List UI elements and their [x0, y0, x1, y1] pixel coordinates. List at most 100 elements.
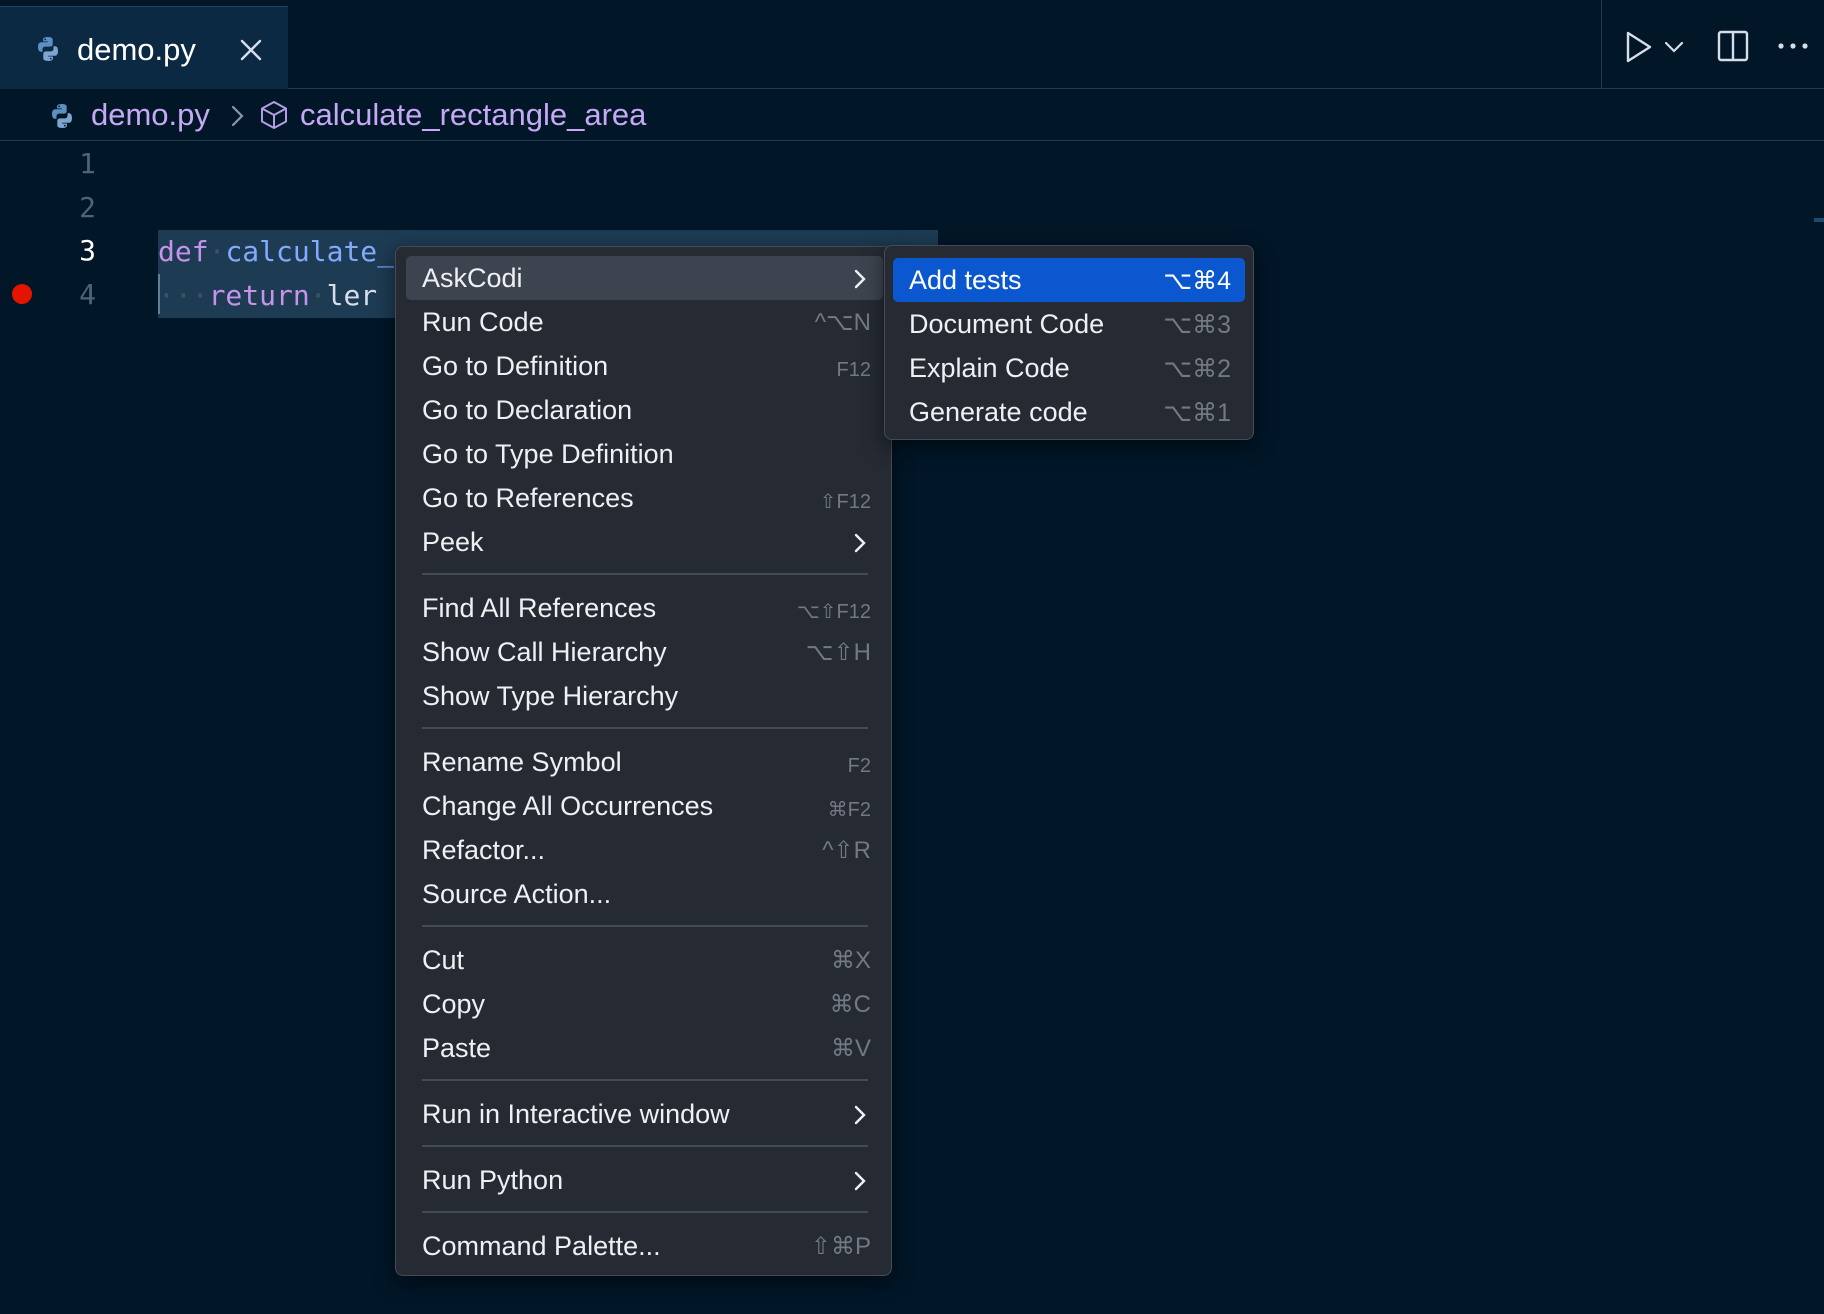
- run-icon[interactable]: [1624, 30, 1654, 64]
- symbol-method-icon: [261, 101, 287, 129]
- menu-item-copy[interactable]: Copy ⌘C: [406, 982, 883, 1026]
- menu-item-label: Peek: [422, 527, 484, 557]
- editor-title-actions: [1601, 0, 1824, 89]
- submenu-item-explain-code[interactable]: Explain Code ⌥⌘2: [893, 346, 1245, 390]
- whitespace-dots: ···: [158, 279, 209, 312]
- menu-separator: [422, 727, 868, 729]
- tab-label: demo.py: [77, 32, 196, 67]
- shortcut-label: ⌥⇧F12: [796, 601, 871, 623]
- menu-item-paste[interactable]: Paste ⌘V: [406, 1026, 883, 1070]
- split-editor-icon[interactable]: [1716, 29, 1750, 63]
- menu-item-label: Refactor...: [422, 835, 546, 865]
- menu-item-label: Command Palette...: [422, 1231, 661, 1261]
- menu-item-label: Rename Symbol: [422, 747, 622, 777]
- menu-item-label: Paste: [422, 1033, 492, 1063]
- shortcut-label: ⌥⌘1: [1163, 399, 1231, 427]
- menu-item-label: Source Action...: [422, 879, 612, 909]
- menu-item-find-all-references[interactable]: Find All References ⌥⇧F12: [406, 586, 883, 630]
- vertical-scrollbar[interactable]: [1812, 142, 1824, 1314]
- menu-item-label: AskCodi: [422, 263, 523, 293]
- menu-item-show-call-hierarchy[interactable]: Show Call Hierarchy ⌥⇧H: [406, 630, 883, 674]
- chevron-right-icon: [231, 105, 244, 127]
- shortcut-label: ⌥⌘2: [1163, 355, 1231, 383]
- menu-item-peek[interactable]: Peek: [406, 520, 883, 564]
- chevron-right-icon: [854, 269, 866, 289]
- menu-item-label: Go to Definition: [422, 351, 609, 381]
- shortcut-label: ⇧F12: [819, 491, 871, 513]
- close-icon[interactable]: [238, 37, 264, 63]
- shortcut-label: ⌥⌘4: [1163, 267, 1231, 295]
- more-actions-icon[interactable]: [1776, 40, 1810, 52]
- shortcut-label: ^⌥N: [814, 309, 871, 336]
- menu-item-go-to-references[interactable]: Go to References ⇧F12: [406, 476, 883, 520]
- chevron-right-icon: [854, 533, 866, 553]
- line-number: 1: [79, 147, 96, 180]
- editor-tab-bar: demo.py: [0, 0, 1824, 89]
- shortcut-label: F12: [836, 359, 871, 381]
- submenu-item-generate-code[interactable]: Generate code ⌥⌘1: [893, 390, 1245, 434]
- tab-demo-py[interactable]: demo.py: [0, 6, 288, 89]
- menu-item-run-in-interactive-window[interactable]: Run in Interactive window: [406, 1092, 883, 1136]
- menu-item-source-action[interactable]: Source Action...: [406, 872, 883, 916]
- shortcut-label: F2: [847, 755, 871, 777]
- menu-separator: [422, 573, 868, 575]
- keyword-return: return: [208, 279, 310, 312]
- shortcut-label: ⇧⌘P: [810, 1233, 871, 1260]
- menu-item-cut[interactable]: Cut ⌘X: [406, 938, 883, 982]
- menu-item-go-to-type-definition[interactable]: Go to Type Definition: [406, 432, 883, 476]
- menu-item-label: Go to References: [422, 483, 634, 513]
- shortcut-label: ⌘V: [830, 1035, 871, 1062]
- menu-item-label: Go to Type Definition: [422, 439, 674, 469]
- submenu-item-add-tests[interactable]: Add tests ⌥⌘4: [893, 258, 1245, 302]
- askcodi-submenu: Add tests ⌥⌘4 Document Code ⌥⌘3 Explain …: [884, 245, 1254, 440]
- line-number-active: 3: [79, 234, 96, 267]
- menu-item-show-type-hierarchy[interactable]: Show Type Hierarchy: [406, 674, 883, 718]
- menu-item-askcodi[interactable]: AskCodi: [406, 256, 883, 300]
- chevron-right-icon: [854, 1105, 866, 1125]
- menu-separator: [422, 1079, 868, 1081]
- menu-item-go-to-declaration[interactable]: Go to Declaration: [406, 388, 883, 432]
- submenu-item-document-code[interactable]: Document Code ⌥⌘3: [893, 302, 1245, 346]
- shortcut-label: ^⇧R: [822, 837, 871, 864]
- breadcrumb-symbol[interactable]: calculate_rectangle_area: [300, 98, 646, 132]
- python-file-icon: [38, 37, 58, 61]
- menu-separator: [422, 925, 868, 927]
- menu-item-label: Run in Interactive window: [422, 1099, 730, 1129]
- breadcrumb-file[interactable]: demo.py: [91, 98, 210, 132]
- menu-item-label: Run Code: [422, 307, 544, 337]
- menu-item-label: Change All Occurrences: [422, 791, 714, 821]
- menu-separator: [422, 1145, 868, 1147]
- shortcut-label: ⌘X: [830, 947, 871, 974]
- keyword-def: def: [158, 235, 209, 268]
- menu-item-go-to-definition[interactable]: Go to Definition F12: [406, 344, 883, 388]
- menu-item-label: Cut: [422, 945, 465, 975]
- scrollbar-cursor-marker: [1814, 218, 1824, 222]
- menu-item-change-all-occurrences[interactable]: Change All Occurrences ⌘F2: [406, 784, 883, 828]
- menu-item-label: Explain Code: [909, 353, 1070, 383]
- menu-item-run-python[interactable]: Run Python: [406, 1158, 883, 1202]
- line-number: 2: [79, 191, 96, 224]
- breakpoint-marker[interactable]: [12, 284, 32, 304]
- identifier: ler: [326, 279, 378, 312]
- menu-separator: [422, 1211, 868, 1213]
- shortcut-label: ⌘C: [829, 991, 871, 1018]
- menu-item-label: Find All References: [422, 593, 657, 623]
- menu-item-label: Show Type Hierarchy: [422, 681, 679, 711]
- menu-item-label: Run Python: [422, 1165, 564, 1195]
- shortcut-label: ⌘F2: [827, 799, 871, 821]
- menu-item-rename-symbol[interactable]: Rename Symbol F2: [406, 740, 883, 784]
- context-menu: AskCodi Run Code ^⌥N Go to Definition F1…: [395, 246, 892, 1276]
- breadcrumb: demo.py calculate_rectangle_area: [0, 89, 1824, 141]
- menu-item-refactor[interactable]: Refactor... ^⇧R: [406, 828, 883, 872]
- menu-item-command-palette[interactable]: Command Palette... ⇧⌘P: [406, 1224, 883, 1268]
- line-number: 4: [79, 278, 96, 311]
- chevron-down-icon[interactable]: [1664, 40, 1684, 54]
- menu-item-run-code[interactable]: Run Code ^⌥N: [406, 300, 883, 344]
- menu-item-label: Add tests: [909, 265, 1022, 295]
- python-file-icon: [52, 104, 72, 128]
- menu-item-label: Copy: [422, 989, 486, 1019]
- menu-item-label: Show Call Hierarchy: [422, 637, 667, 667]
- whitespace-dot: ·: [309, 279, 327, 312]
- menu-item-label: Generate code: [909, 397, 1088, 427]
- function-name: calculate_: [225, 235, 395, 268]
